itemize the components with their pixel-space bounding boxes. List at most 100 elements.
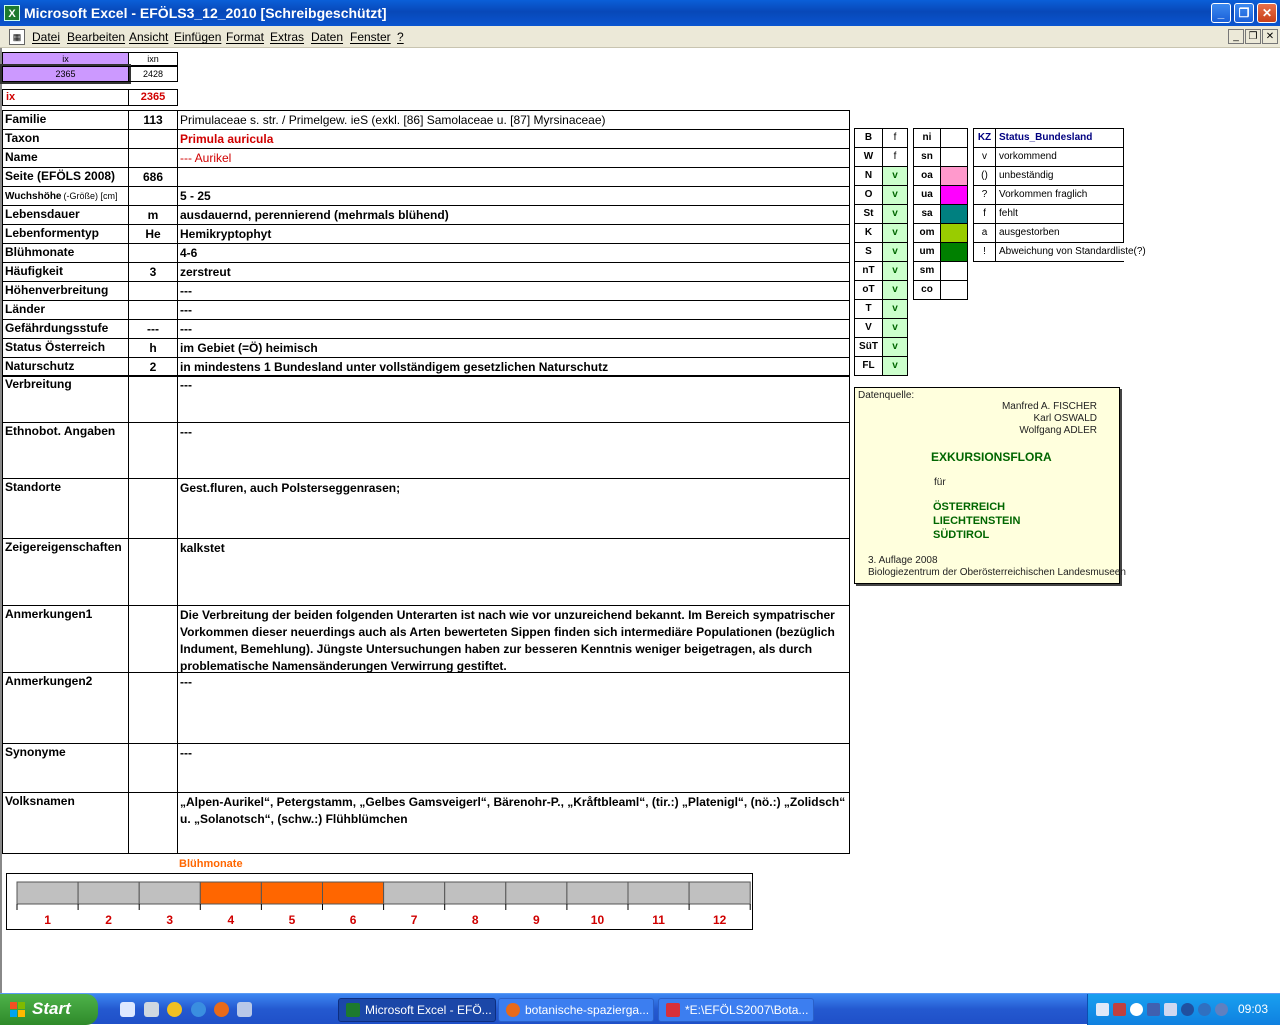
field-value[interactable]: 4-6 [177,243,850,263]
field-code[interactable]: He [128,224,178,244]
altitude-code[interactable]: oa [913,166,941,186]
field-label[interactable]: Lebensdauer [2,205,129,225]
altitude-code[interactable]: um [913,242,941,262]
bundesland-code[interactable]: O [854,185,883,205]
field-code[interactable] [128,148,178,168]
field-label[interactable]: Gefährdungsstufe [2,319,129,339]
bundesland-code[interactable]: SüT [854,337,883,357]
field-code[interactable] [128,186,178,206]
workbook-icon[interactable]: ▦ [9,29,25,45]
taskbar-excel-button[interactable]: Microsoft Excel - EFÖ... [338,998,496,1022]
block-value[interactable]: Gest.fluren, auch Polsterseggenrasen; [177,478,850,539]
altitude-code[interactable]: sn [913,147,941,167]
menu-bearbeiten[interactable]: Bearbeiten [67,30,125,44]
legend-kz[interactable]: a [973,223,996,243]
field-code[interactable]: --- [128,319,178,339]
block-code-cell[interactable] [128,743,178,793]
bundesland-code[interactable]: oT [854,280,883,300]
field-value[interactable]: --- Aurikel [177,148,850,168]
legend-text[interactable]: unbeständig [995,166,1124,186]
bundesland-status[interactable]: v [882,166,908,186]
field-value[interactable]: --- [177,319,850,339]
info-icon[interactable] [1181,1003,1194,1016]
field-value[interactable]: zerstreut [177,262,850,282]
field-value[interactable]: Primulaceae s. str. / Primelgew. ieS (ex… [177,110,850,130]
field-code[interactable]: 2 [128,357,178,377]
block-label[interactable]: Ethnobot. Angaben [2,422,129,479]
field-label[interactable]: Seite (EFÖLS 2008) [2,167,129,187]
block-label[interactable]: Anmerkungen2 [2,672,129,744]
quicklaunch-desktop-icon[interactable] [120,1002,135,1017]
legend-text[interactable]: vorkommend [995,147,1124,167]
field-code[interactable] [128,300,178,320]
clock[interactable]: 09:03 [1238,1002,1268,1016]
field-value[interactable]: Primula auricula [177,129,850,149]
shield-icon[interactable] [1147,1003,1160,1016]
ixn-header[interactable]: ixn [128,52,178,66]
field-value[interactable]: im Gebiet (=Ö) heimisch [177,338,850,358]
network-icon[interactable] [1096,1003,1109,1016]
bundesland-code[interactable]: B [854,128,883,148]
legend-status-header[interactable]: Status_Bundesland [995,128,1124,148]
block-code-cell[interactable] [128,422,178,479]
field-label[interactable]: Höhenverbreitung [2,281,129,301]
window-title-bar[interactable]: X Microsoft Excel - EFÖLS3_12_2010 [Schr… [0,0,1280,26]
block-value[interactable]: „Alpen-Aurikel“, Petergstamm, „Gelbes Ga… [177,792,850,854]
legend-text[interactable]: ausgestorben [995,223,1124,243]
field-label[interactable]: Naturschutz [2,357,129,377]
altitude-color-cell[interactable] [940,223,968,243]
altitude-code[interactable]: om [913,223,941,243]
block-code-cell[interactable] [128,478,178,539]
altitude-color-cell[interactable] [940,280,968,300]
security-icon[interactable] [1113,1003,1126,1016]
legend-text[interactable]: fehlt [995,204,1124,224]
altitude-code[interactable]: ua [913,185,941,205]
altitude-code[interactable]: ni [913,128,941,148]
field-code[interactable] [128,243,178,263]
ix-red-value-cell[interactable]: 2365 [128,89,178,106]
block-label[interactable]: Synonyme [2,743,129,793]
bundesland-code[interactable]: K [854,223,883,243]
field-value[interactable] [177,167,850,187]
field-value[interactable]: 5 - 25 [177,186,850,206]
block-value[interactable]: kalkstet [177,538,850,606]
menu-daten[interactable]: Daten [311,30,343,44]
field-label[interactable]: Familie [2,110,129,130]
altitude-color-cell[interactable] [940,242,968,262]
legend-text[interactable]: Abweichung von Standardliste(?) [995,242,1146,262]
bundesland-status[interactable]: v [882,261,908,281]
field-code[interactable]: 686 [128,167,178,187]
menu-einfuegen[interactable]: Einfügen [174,30,221,44]
field-value[interactable]: --- [177,281,850,301]
block-value[interactable]: --- [177,375,850,423]
field-value[interactable]: Hemikryptophyt [177,224,850,244]
block-code-cell[interactable] [128,538,178,606]
altitude-color-cell[interactable] [940,185,968,205]
search-icon[interactable] [1130,1003,1143,1016]
ix-header[interactable]: ix [2,52,129,66]
field-label[interactable]: Status Österreich [2,338,129,358]
field-code[interactable] [128,129,178,149]
block-code-cell[interactable] [128,375,178,423]
block-value[interactable]: --- [177,422,850,479]
legend-text[interactable]: Vorkommen fraglich [995,185,1124,205]
menu-datei[interactable]: Datei [32,30,60,44]
bundesland-code[interactable]: T [854,299,883,319]
field-code[interactable]: m [128,205,178,225]
block-code-cell[interactable] [128,792,178,854]
legend-kz[interactable]: v [973,147,996,167]
block-code-cell[interactable] [128,605,178,673]
field-value[interactable]: --- [177,300,850,320]
altitude-code[interactable]: co [913,280,941,300]
close-icon[interactable]: ✕ [1257,3,1277,23]
bundesland-code[interactable]: S [854,242,883,262]
taskbar-editor-button[interactable]: *E:\EFÖLS2007\Bota... [658,998,814,1022]
legend-kz[interactable]: f [973,204,996,224]
doc-minimize-icon[interactable]: _ [1228,29,1244,44]
field-value[interactable]: in mindestens 1 Bundesland unter vollstä… [177,357,850,377]
altitude-color-cell[interactable] [940,204,968,224]
block-value[interactable]: --- [177,743,850,793]
quicklaunch-app-icon[interactable] [237,1002,252,1017]
menu-help[interactable]: ? [397,30,404,44]
field-label[interactable]: Wuchshöhe (-Größe) [cm] [2,186,129,206]
